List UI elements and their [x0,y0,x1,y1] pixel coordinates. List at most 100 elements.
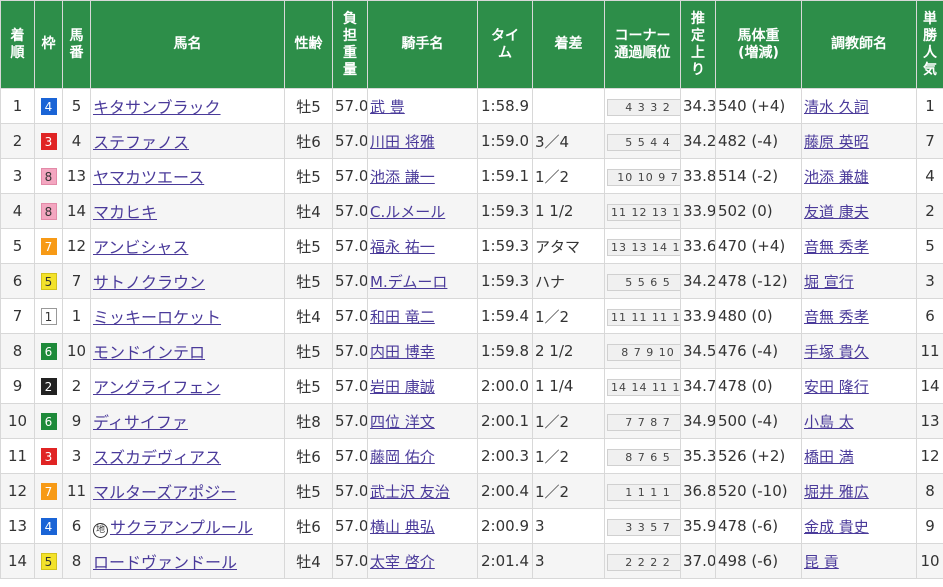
horse-link[interactable]: アンビシャス [93,238,188,257]
time-cell: 1:59.8 [477,333,533,369]
trainer-link[interactable]: 昆 貢 [804,553,839,571]
trainer-link[interactable]: 安田 隆行 [804,378,869,396]
horse-link[interactable]: モンドインテロ [93,343,205,362]
jockey-link[interactable]: 武 豊 [370,98,405,116]
header-pop[interactable]: 単 勝 人 気 [916,0,943,89]
waku-cell: 7 [34,228,63,264]
horse-link[interactable]: サクラアンプルール [110,518,253,537]
trainer-link[interactable]: 音無 秀孝 [804,308,869,326]
horse-cell: キタサンブラック [90,88,285,124]
header-margin[interactable]: 着差 [532,0,605,89]
corner-cell: 11 11 11 13 [604,298,681,334]
bodyweight-cell: 540 (+4) [715,88,802,124]
trainer-link[interactable]: 清水 久詞 [804,98,869,116]
rank-cell: 1 [0,88,35,124]
header-rank[interactable]: 着 順 [0,0,35,89]
trainer-link[interactable]: 堀井 雅広 [804,483,869,501]
jockey-link[interactable]: M.デムーロ [370,273,447,291]
trainer-link[interactable]: 手塚 貴久 [804,343,869,361]
horse-link[interactable]: ミッキーロケット [93,308,221,327]
last3f-cell: 34.2 [680,123,716,159]
header-horse[interactable]: 馬名 [90,0,285,89]
last3f-cell: 33.6 [680,228,716,264]
jockey-link[interactable]: 太宰 啓介 [370,553,435,571]
trainer-cell: 堀 宣行 [801,263,917,299]
jockey-cell: 川田 将雅 [367,123,478,159]
time-cell: 2:00.1 [477,403,533,439]
bodyweight-cell: 498 (-6) [715,543,802,579]
jockey-link[interactable]: 四位 洋文 [370,413,435,431]
trainer-cell: 藤原 英昭 [801,123,917,159]
jockey-link[interactable]: 川田 将雅 [370,133,435,151]
pop-cell: 11 [916,333,943,369]
trainer-link[interactable]: 金成 貴史 [804,518,869,536]
horse-link[interactable]: スズカデヴィアス [93,448,221,467]
header-time[interactable]: タイ ム [477,0,533,89]
sexage-cell: 牡6 [284,123,333,159]
header-trainer[interactable]: 調教師名 [801,0,917,89]
jockey-link[interactable]: C.ルメール [370,203,445,221]
bodyweight-cell: 482 (-4) [715,123,802,159]
table-row: 10 6 9 ディサイファ 牡8 57.0 四位 洋文 2:00.1 1／2 7… [0,403,943,439]
jockey-link[interactable]: 横山 典弘 [370,518,435,536]
header-weight[interactable]: 負 担 重 量 [332,0,368,89]
header-jockey[interactable]: 騎手名 [367,0,478,89]
umaban-cell: 2 [62,368,91,404]
horse-link[interactable]: ヤマカツエース [93,168,204,187]
trainer-link[interactable]: 藤原 英昭 [804,133,869,151]
jockey-link[interactable]: 藤岡 佑介 [370,448,435,466]
corner-positions: 4 3 3 2 [607,98,680,116]
header-umaban[interactable]: 馬 番 [62,0,91,89]
horse-cell: アンビシャス [90,228,285,264]
pop-cell: 5 [916,228,943,264]
pop-cell: 9 [916,508,943,544]
time-cell: 1:59.3 [477,263,533,299]
horse-link[interactable]: マカヒキ [93,203,157,222]
header-last3f[interactable]: 推 定 上 り [680,0,716,89]
trainer-link[interactable]: 堀 宣行 [804,273,854,291]
time-cell: 2:01.4 [477,543,533,579]
table-row: 6 5 7 サトノクラウン 牡5 57.0 M.デムーロ 1:59.3 ハナ 5… [0,263,943,299]
trainer-link[interactable]: 橋田 満 [804,448,854,466]
waku-badge: 3 [40,133,57,150]
waku-badge: 2 [40,378,57,395]
trainer-link[interactable]: 音無 秀孝 [804,238,869,256]
umaban-cell: 11 [62,473,91,509]
trainer-link[interactable]: 池添 兼雄 [804,168,869,186]
jockey-link[interactable]: 池添 謙一 [370,168,435,186]
jockey-link[interactable]: 武士沢 友治 [370,483,450,501]
trainer-link[interactable]: 小島 太 [804,413,854,431]
jockey-link[interactable]: 和田 竜二 [370,308,435,326]
jockey-link[interactable]: 福永 祐一 [370,238,435,256]
horse-link[interactable]: ディサイファ [93,413,188,432]
time-cell: 1:59.1 [477,158,533,194]
horse-link[interactable]: サトノクラウン [93,273,205,292]
time-cell: 1:59.0 [477,123,533,159]
rank-cell: 11 [0,438,35,474]
horse-cell: ディサイファ [90,403,285,439]
trainer-cell: 友道 康夫 [801,193,917,229]
header-corner[interactable]: コーナー 通過順位 [604,0,681,89]
corner-cell: 2 2 2 2 [604,543,681,579]
horse-link[interactable]: ステファノス [93,133,189,152]
jockey-link[interactable]: 岩田 康誠 [370,378,435,396]
header-waku[interactable]: 枠 [34,0,63,89]
jockey-cell: 横山 典弘 [367,508,478,544]
header-sexage[interactable]: 性齢 [284,0,333,89]
pop-cell: 4 [916,158,943,194]
sexage-cell: 牡5 [284,333,333,369]
header-bodyweight[interactable]: 馬体重 (増減) [715,0,802,89]
margin-cell: 3／4 [532,123,605,159]
weight-cell: 57.0 [332,88,368,124]
horse-link[interactable]: キタサンブラック [93,98,221,117]
trainer-link[interactable]: 友道 康夫 [804,203,869,221]
horse-link[interactable]: ロードヴァンドール [93,553,237,572]
jockey-link[interactable]: 内田 博幸 [370,343,435,361]
horse-cell: ステファノス [90,123,285,159]
pop-cell: 10 [916,543,943,579]
horse-link[interactable]: アングライフェン [93,378,220,397]
last3f-cell: 34.3 [680,88,716,124]
horse-link[interactable]: マルターズアポジー [93,483,236,502]
last3f-cell: 34.9 [680,403,716,439]
trainer-cell: 金成 貴史 [801,508,917,544]
